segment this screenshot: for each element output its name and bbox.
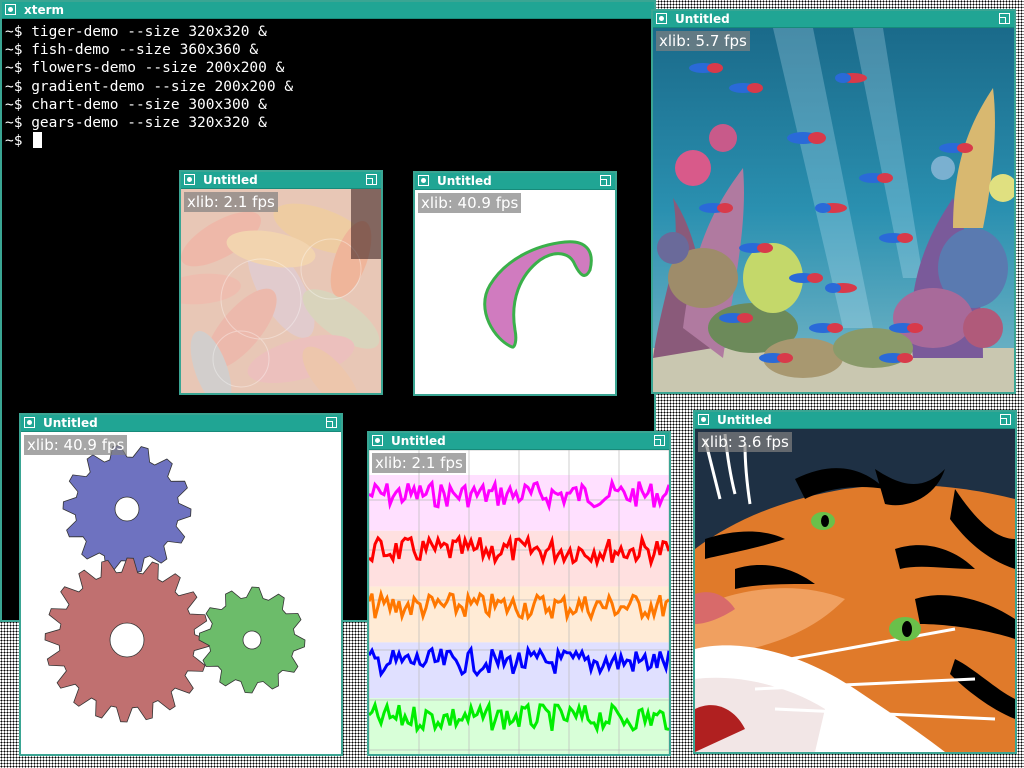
gear-red-hole bbox=[109, 622, 145, 658]
window-menu-icon[interactable] bbox=[418, 175, 429, 186]
terminal-line: ~$ chart-demo --size 300x300 & bbox=[5, 96, 267, 113]
window-menu-icon[interactable] bbox=[24, 417, 35, 428]
gear-green-hole bbox=[242, 630, 262, 650]
tiger-canvas: xlib: 3.6 fps bbox=[695, 429, 1015, 752]
maximize-icon[interactable] bbox=[600, 175, 611, 186]
text-cursor bbox=[33, 132, 43, 149]
fish-window[interactable]: Untitled xlib: 5.7 fps bbox=[651, 9, 1016, 394]
window-menu-icon[interactable] bbox=[184, 174, 195, 185]
window-title: Untitled bbox=[675, 12, 730, 26]
maximize-icon[interactable] bbox=[999, 13, 1010, 24]
chart-window[interactable]: Untitled xlib: 2.1 fps bbox=[367, 431, 671, 756]
flowers-titlebar[interactable]: Untitled bbox=[181, 172, 381, 189]
flowers-canvas: xlib: 2.1 fps bbox=[181, 189, 381, 393]
flowers-image bbox=[181, 189, 381, 393]
aquarium-image bbox=[653, 28, 1014, 392]
fps-label: xlib: 40.9 fps bbox=[418, 193, 522, 213]
flowers-window[interactable]: Untitled xlib: 2.1 fps bbox=[179, 170, 383, 395]
window-title: Untitled bbox=[437, 174, 492, 188]
window-menu-icon[interactable] bbox=[5, 4, 16, 15]
terminal-line: ~$ tiger-demo --size 320x320 & bbox=[5, 24, 267, 40]
window-title: xterm bbox=[24, 3, 65, 17]
fps-label: xlib: 2.1 fps bbox=[372, 453, 466, 473]
terminal-output: ~$ tiger-demo --size 320x320 & ~$ fish-de… bbox=[5, 23, 293, 150]
gradient-canvas: xlib: 40.9 fps bbox=[415, 190, 615, 394]
gears-image bbox=[21, 432, 341, 754]
terminal-line: ~$ gears-demo --size 320x320 & bbox=[5, 114, 267, 131]
tiger-titlebar[interactable]: Untitled bbox=[695, 412, 1015, 429]
tiger-window[interactable]: Untitled xlib: 3.6 fps bbox=[693, 410, 1017, 754]
terminal-prompt: ~$ bbox=[5, 133, 32, 150]
gradient-titlebar[interactable]: Untitled bbox=[415, 173, 615, 190]
maximize-icon[interactable] bbox=[1000, 414, 1011, 425]
gears-canvas: xlib: 40.9 fps bbox=[21, 432, 341, 754]
window-menu-icon[interactable] bbox=[656, 13, 667, 24]
gears-window[interactable]: Untitled xlib: 40.9 fps bbox=[19, 413, 343, 756]
maximize-icon[interactable] bbox=[654, 435, 665, 446]
fps-label: xlib: 40.9 fps bbox=[24, 435, 128, 455]
terminal-line: ~$ flowers-demo --size 200x200 & bbox=[5, 60, 285, 77]
fish-titlebar[interactable]: Untitled bbox=[653, 11, 1014, 28]
fps-label: xlib: 3.6 fps bbox=[698, 432, 792, 452]
terminal-prompt-line: ~$ bbox=[5, 132, 293, 150]
terminal-line: ~$ gradient-demo --size 200x200 & bbox=[5, 78, 294, 95]
gradient-window[interactable]: Untitled xlib: 40.9 fps bbox=[413, 171, 617, 396]
chart-image bbox=[369, 450, 669, 754]
window-title: Untitled bbox=[203, 173, 258, 187]
gradient-shape bbox=[415, 190, 615, 394]
window-menu-icon[interactable] bbox=[372, 435, 383, 446]
window-title: Untitled bbox=[717, 413, 772, 427]
maximize-icon[interactable] bbox=[326, 417, 337, 428]
fish-canvas: xlib: 5.7 fps bbox=[653, 28, 1014, 392]
chart-canvas: xlib: 2.1 fps bbox=[369, 450, 669, 754]
window-title: Untitled bbox=[391, 434, 446, 448]
tiger-image bbox=[695, 429, 1015, 752]
fps-label: xlib: 2.1 fps bbox=[184, 192, 278, 212]
window-menu-icon[interactable] bbox=[698, 414, 709, 425]
terminal-line: ~$ fish-demo --size 360x360 & bbox=[5, 42, 259, 59]
gear-blue-hole bbox=[114, 496, 140, 522]
xterm-titlebar[interactable]: xterm bbox=[2, 2, 654, 19]
fps-label: xlib: 5.7 fps bbox=[656, 31, 750, 51]
window-title: Untitled bbox=[43, 416, 98, 430]
gears-titlebar[interactable]: Untitled bbox=[21, 415, 341, 432]
chart-titlebar[interactable]: Untitled bbox=[369, 433, 669, 450]
maximize-icon[interactable] bbox=[366, 174, 377, 185]
